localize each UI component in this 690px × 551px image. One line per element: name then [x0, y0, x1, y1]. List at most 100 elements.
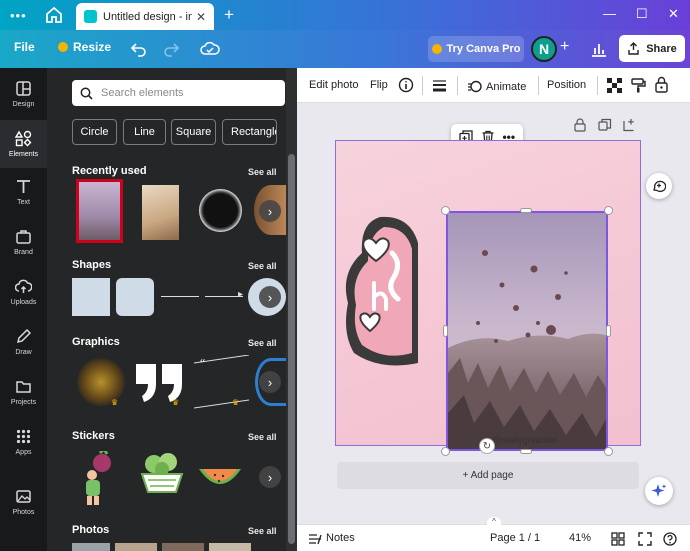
resize-handle-right[interactable]: [606, 325, 611, 337]
position-button[interactable]: Position: [547, 79, 586, 91]
recent-photo-portrait[interactable]: [142, 185, 179, 240]
photo-thumb[interactable]: [72, 543, 110, 551]
resize-handle-bottom[interactable]: [520, 449, 532, 454]
zoom-level[interactable]: 41%: [569, 532, 591, 544]
nav-projects[interactable]: Projects: [0, 368, 47, 416]
see-all-stickers[interactable]: See all: [248, 432, 277, 442]
see-all-graphics[interactable]: See all: [248, 338, 277, 348]
shape-rounded-square[interactable]: [116, 278, 154, 316]
photo-thumb[interactable]: [209, 543, 251, 551]
close-window-button[interactable]: ✕: [668, 6, 679, 22]
edit-photo-button[interactable]: Edit photo: [309, 79, 359, 91]
browser-tab[interactable]: Untitled design - in... ✕: [76, 3, 214, 30]
photo-thumb[interactable]: [115, 543, 157, 551]
home-icon[interactable]: [44, 5, 64, 25]
page-add-icon[interactable]: [622, 118, 636, 132]
minimize-button[interactable]: —: [603, 6, 616, 21]
recent-graphic-eclipse[interactable]: [199, 189, 242, 232]
comment-button[interactable]: [646, 173, 672, 199]
page-lock-icon[interactable]: [573, 118, 587, 132]
add-collaborator-button[interactable]: +: [560, 38, 569, 56]
draw-pen-icon: [16, 328, 32, 344]
recent-scroll-right-icon[interactable]: ›: [259, 200, 281, 222]
uploads-cloud-icon: [15, 279, 32, 293]
nav-draw[interactable]: Draw: [0, 318, 47, 366]
resize-button[interactable]: Resize: [58, 40, 111, 54]
cloud-save-icon[interactable]: [200, 40, 220, 58]
resize-handle-top-right[interactable]: [604, 206, 613, 215]
see-all-shapes[interactable]: See all: [248, 261, 277, 271]
help-icon[interactable]: [663, 532, 677, 546]
chip-circle[interactable]: Circle: [72, 119, 117, 145]
border-style-icon[interactable]: [432, 78, 447, 93]
page-indicator[interactable]: Page 1 / 1: [490, 532, 540, 544]
animate-button[interactable]: Animate: [467, 79, 526, 94]
nav-elements[interactable]: Elements: [0, 120, 47, 168]
nav-uploads[interactable]: Uploads: [0, 268, 47, 316]
canvas-area: ••• @reallygreatsite ↻ + Add page: [297, 103, 690, 524]
recent-photo-balloons[interactable]: [76, 179, 123, 243]
shapes-scroll-right-icon[interactable]: ›: [259, 286, 281, 308]
nav-design[interactable]: Design: [0, 70, 47, 118]
lock-icon[interactable]: [654, 76, 669, 93]
search-input[interactable]: Search elements: [101, 87, 184, 99]
selected-photo-balloons[interactable]: @reallygreatsite: [446, 211, 608, 451]
add-page-button[interactable]: + Add page: [337, 462, 639, 489]
insights-chart-icon[interactable]: [588, 38, 610, 60]
try-canva-pro-button[interactable]: Try Canva Pro: [428, 36, 524, 62]
undo-icon[interactable]: [130, 40, 148, 58]
magic-assistant-button[interactable]: [645, 477, 673, 505]
graphics-scroll-right-icon[interactable]: ›: [259, 371, 281, 393]
resize-handle-top[interactable]: [520, 208, 532, 213]
resize-handle-top-left[interactable]: [441, 206, 450, 215]
photo-thumb[interactable]: [162, 543, 204, 551]
expand-pages-icon[interactable]: ^: [487, 517, 501, 527]
info-icon[interactable]: [398, 77, 414, 93]
resize-handle-bottom-right[interactable]: [604, 447, 613, 456]
graphic-sketch-lines[interactable]: “: [193, 354, 250, 410]
see-all-recently-used[interactable]: See all: [248, 167, 277, 177]
flip-button[interactable]: Flip: [370, 79, 388, 91]
nav-text[interactable]: Text: [0, 168, 47, 216]
avatar[interactable]: N: [531, 36, 557, 62]
nav-apps[interactable]: Apps: [0, 418, 47, 466]
graphic-quote-marks[interactable]: [132, 360, 188, 404]
lettering-sticker-graphic[interactable]: [340, 213, 420, 373]
crown-icon: [58, 42, 68, 52]
share-button[interactable]: Share: [619, 35, 685, 62]
chip-rectangle[interactable]: Rectangle: [222, 119, 277, 145]
fullscreen-icon[interactable]: [638, 532, 652, 546]
page-duplicate-icon[interactable]: [598, 118, 612, 132]
grid-view-icon[interactable]: [611, 532, 625, 546]
rotate-handle-icon[interactable]: ↻: [479, 438, 495, 454]
sticker-person-with-beet[interactable]: [80, 446, 118, 506]
sticker-watermelon[interactable]: [197, 461, 243, 491]
maximize-button[interactable]: ☐: [636, 6, 648, 22]
resize-handle-bottom-left[interactable]: [441, 447, 450, 456]
see-all-photos[interactable]: See all: [248, 526, 277, 536]
notes-button[interactable]: Notes: [326, 532, 355, 544]
shape-line[interactable]: [161, 296, 199, 297]
sticker-vegetable-basket[interactable]: [138, 452, 186, 496]
shape-square[interactable]: [72, 278, 110, 316]
section-title-photos: Photos: [72, 524, 110, 536]
scrollbar-thumb[interactable]: [288, 154, 295, 544]
paint-roller-icon[interactable]: [630, 77, 646, 93]
design-page[interactable]: @reallygreatsite: [335, 140, 641, 456]
stickers-scroll-right-icon[interactable]: ›: [259, 466, 281, 488]
chip-line[interactable]: Line: [123, 119, 166, 145]
redo-icon[interactable]: [162, 40, 180, 58]
resize-handle-left[interactable]: [443, 325, 448, 337]
search-box[interactable]: Search elements: [72, 80, 285, 106]
transparency-checker-icon[interactable]: [607, 78, 622, 93]
nav-brand[interactable]: Brand: [0, 218, 47, 266]
close-tab-icon[interactable]: ✕: [196, 10, 206, 24]
nav-photos[interactable]: Photos: [0, 478, 47, 526]
chip-square[interactable]: Square: [171, 119, 216, 145]
new-tab-button[interactable]: +: [224, 5, 234, 25]
person-beet-icon: [86, 446, 111, 505]
design-layout-icon: [16, 81, 31, 96]
panel-scrollbar[interactable]: [286, 68, 297, 551]
browser-menu-icon[interactable]: •••: [10, 8, 27, 23]
file-menu-button[interactable]: File: [14, 40, 35, 54]
